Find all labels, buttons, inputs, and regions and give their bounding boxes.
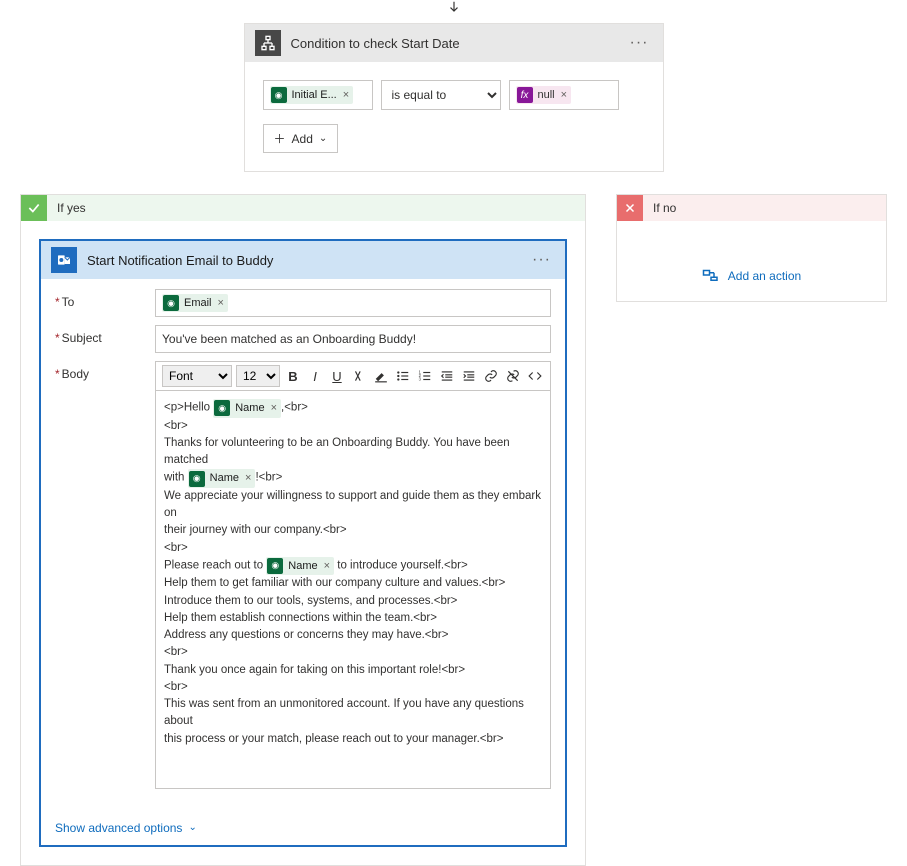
highlight-button[interactable] — [372, 366, 390, 386]
email-action-body: *To ◉ Email × *Subject — [41, 279, 565, 811]
condition-title: Condition to check Start Date — [291, 36, 626, 51]
condition-branches: If yes Start Notification Email to Buddy… — [0, 194, 907, 866]
check-icon — [21, 195, 47, 221]
email-action-card: Start Notification Email to Buddy ··· *T… — [39, 239, 567, 847]
condition-row: ◉ Initial E... × is equal to fx null × — [263, 80, 645, 110]
link-button[interactable] — [482, 366, 500, 386]
dataverse-icon: ◉ — [267, 558, 283, 574]
italic-button[interactable]: I — [306, 366, 324, 386]
token-label: Email — [184, 297, 212, 309]
condition-operator-select[interactable]: is equal to — [381, 80, 501, 110]
input-subject[interactable] — [155, 325, 551, 353]
close-icon — [617, 195, 643, 221]
flow-arrow-down-icon — [0, 0, 907, 23]
dataverse-icon: ◉ — [271, 87, 287, 103]
outdent-button[interactable] — [438, 366, 456, 386]
email-action-header[interactable]: Start Notification Email to Buddy ··· — [41, 241, 565, 279]
font-size-select[interactable]: 12 — [236, 365, 280, 387]
bullet-list-button[interactable] — [394, 366, 412, 386]
strike-button[interactable] — [350, 366, 368, 386]
branch-if-yes: If yes Start Notification Email to Buddy… — [20, 194, 586, 866]
label-body: *Body — [55, 361, 155, 381]
token-remove-icon[interactable]: × — [343, 89, 349, 101]
branch-if-no: If no Add an action — [616, 194, 887, 302]
body-editor[interactable]: <p>Hello ◉Name×,<br> <br> Thanks for vol… — [155, 390, 551, 789]
add-action-label: Add an action — [728, 269, 801, 283]
email-action-title: Start Notification Email to Buddy — [87, 253, 528, 268]
email-action-more-menu[interactable]: ··· — [528, 251, 555, 269]
condition-body: ◉ Initial E... × is equal to fx null × ＋… — [245, 62, 663, 171]
condition-more-menu[interactable]: ··· — [626, 34, 653, 52]
dynamic-token-initial[interactable]: ◉ Initial E... × — [270, 86, 354, 104]
expression-token-null[interactable]: fx null × — [516, 86, 572, 104]
token-remove-icon[interactable]: × — [271, 400, 277, 417]
add-label: Add — [292, 132, 313, 146]
condition-card: Condition to check Start Date ··· ◉ Init… — [244, 23, 664, 172]
label-subject: *Subject — [55, 325, 155, 345]
add-action-icon — [702, 269, 720, 283]
token-remove-icon[interactable]: × — [561, 89, 567, 101]
field-row-subject: *Subject — [55, 325, 551, 353]
font-family-select[interactable]: Font — [162, 365, 232, 387]
branch-yes-body: Start Notification Email to Buddy ··· *T… — [21, 221, 585, 865]
condition-right-value[interactable]: fx null × — [509, 80, 619, 110]
dynamic-token-name[interactable]: ◉Name× — [213, 399, 281, 418]
input-to[interactable]: ◉ Email × — [155, 289, 551, 317]
dataverse-icon: ◉ — [163, 295, 179, 311]
condition-icon — [255, 30, 281, 56]
branch-yes-label: If yes — [57, 195, 86, 221]
bold-button[interactable]: B — [284, 366, 302, 386]
chevron-down-icon: ⌄ — [319, 133, 327, 144]
branch-no-header: If no — [617, 195, 886, 221]
token-label: null — [538, 89, 555, 101]
richtext-toolbar: Font 12 B I U — [155, 361, 551, 390]
dynamic-token-name[interactable]: ◉Name× — [188, 469, 256, 488]
token-remove-icon[interactable]: × — [324, 558, 330, 575]
dataverse-icon: ◉ — [214, 400, 230, 416]
svg-text:3: 3 — [419, 377, 422, 382]
fx-icon: fx — [517, 87, 533, 103]
field-row-to: *To ◉ Email × — [55, 289, 551, 317]
branch-yes-header: If yes — [21, 195, 585, 221]
token-remove-icon[interactable]: × — [218, 297, 224, 309]
dataverse-icon: ◉ — [189, 471, 205, 487]
show-advanced-options[interactable]: Show advanced options ⌄ — [41, 811, 211, 845]
add-action-button[interactable]: Add an action — [635, 239, 868, 283]
field-row-body: *Body Font 12 B I U — [55, 361, 551, 789]
dynamic-token-email[interactable]: ◉ Email × — [162, 294, 228, 312]
branch-no-body: Add an action — [617, 221, 886, 301]
label-to: *To — [55, 289, 155, 309]
condition-add-button[interactable]: ＋ Add ⌄ — [263, 124, 339, 153]
token-remove-icon[interactable]: × — [245, 470, 251, 487]
condition-left-value[interactable]: ◉ Initial E... × — [263, 80, 373, 110]
plus-icon: ＋ — [274, 130, 286, 147]
branch-no-label: If no — [653, 195, 676, 221]
chevron-down-icon: ⌄ — [188, 822, 196, 833]
token-label: Initial E... — [292, 89, 337, 101]
dynamic-token-name[interactable]: ◉Name× — [266, 557, 334, 576]
code-view-button[interactable] — [526, 366, 544, 386]
indent-button[interactable] — [460, 366, 478, 386]
outlook-icon — [51, 247, 77, 273]
unlink-button[interactable] — [504, 366, 522, 386]
underline-button[interactable]: U — [328, 366, 346, 386]
number-list-button[interactable]: 123 — [416, 366, 434, 386]
condition-header[interactable]: Condition to check Start Date ··· — [245, 24, 663, 62]
